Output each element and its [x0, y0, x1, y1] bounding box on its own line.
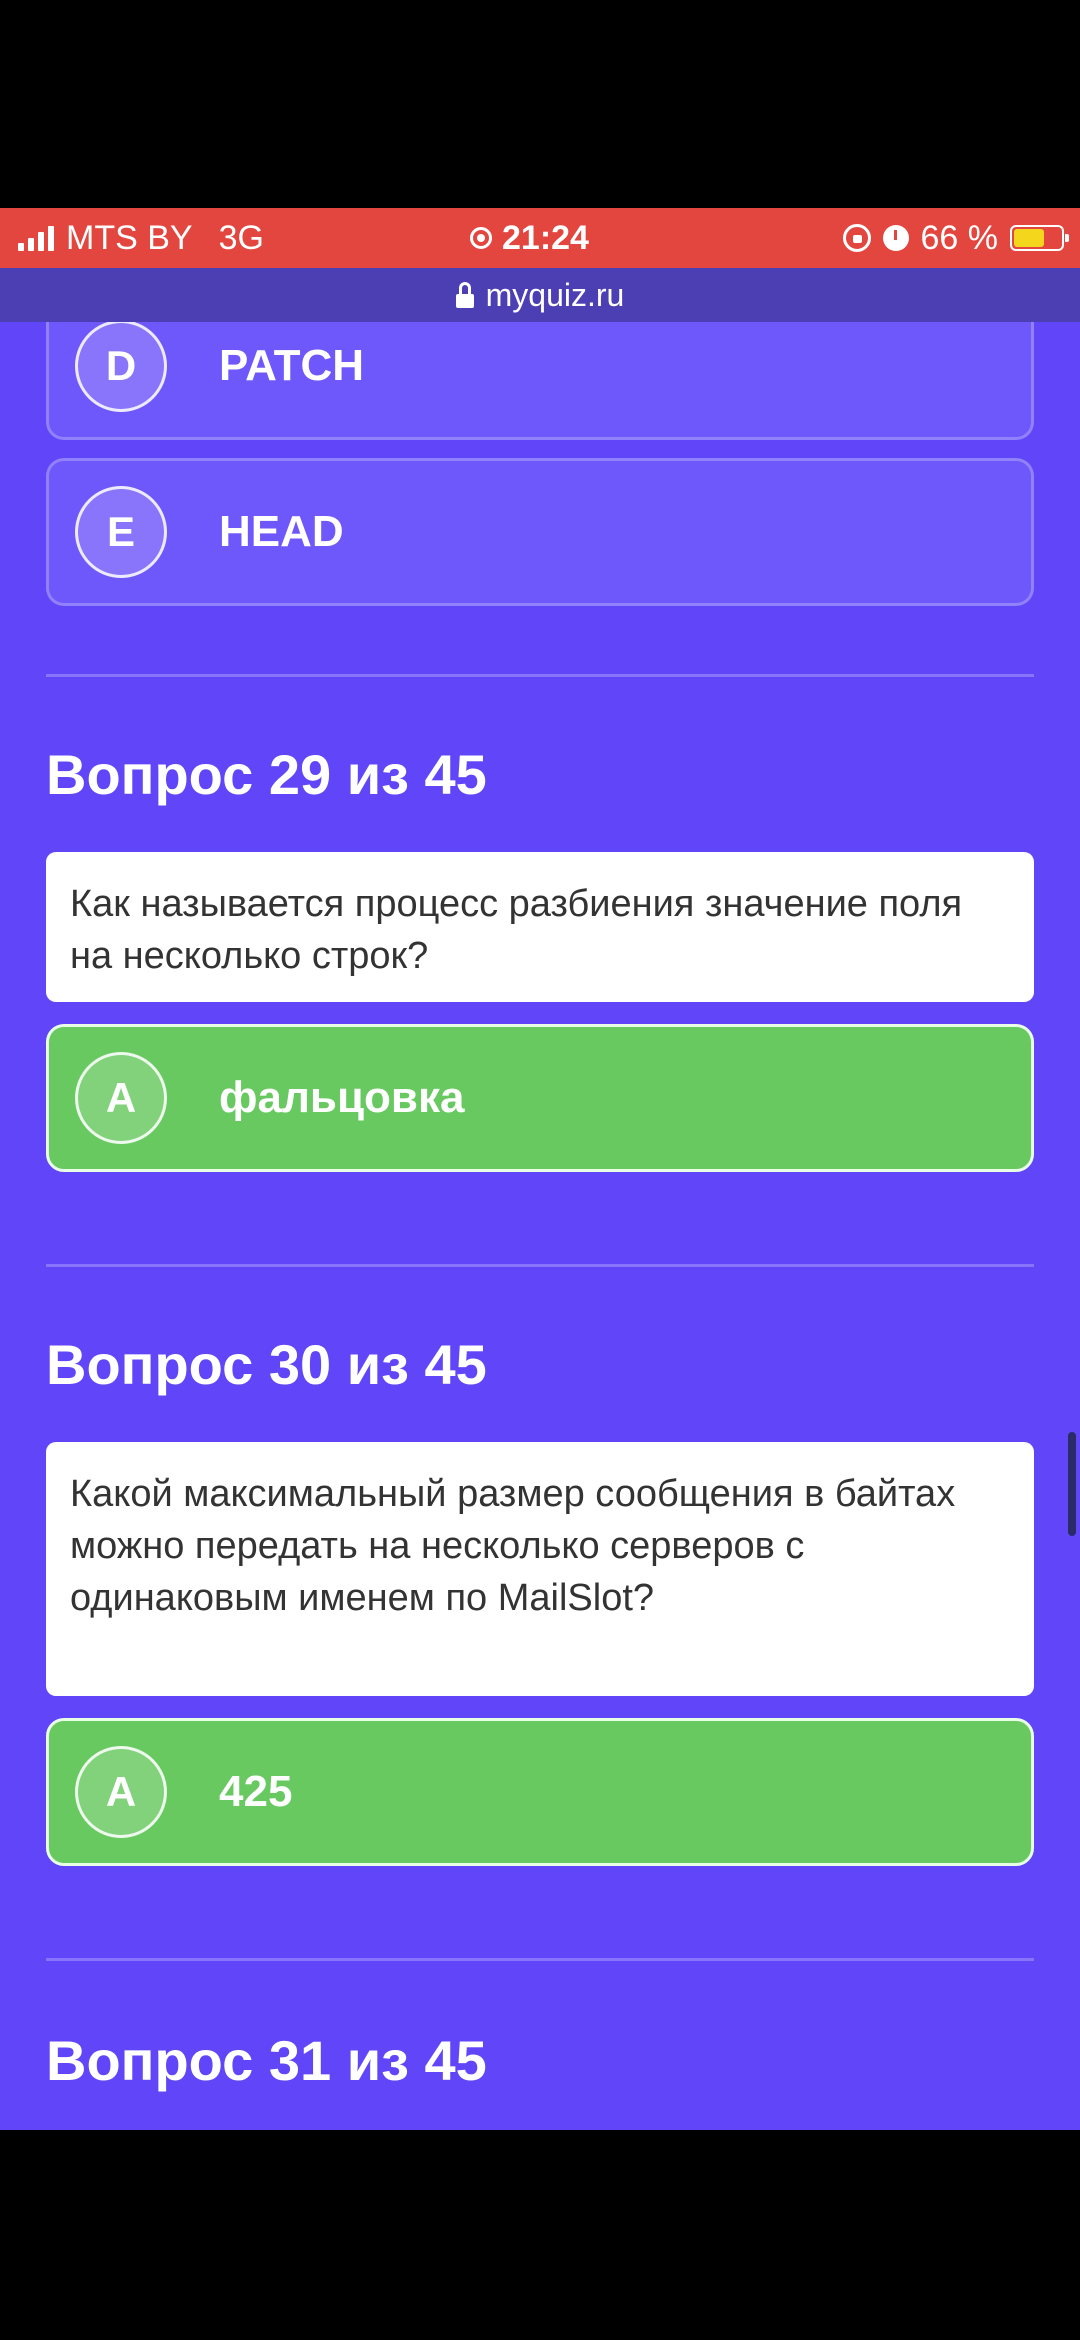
battery-percent: 66 % — [920, 218, 999, 257]
rotation-lock-icon — [842, 224, 871, 252]
question-title: Вопрос 29 из 45 — [46, 743, 487, 806]
signal-icon — [18, 225, 54, 251]
screen-record-icon — [470, 227, 492, 249]
quiz-content[interactable]: D PATCH E HEAD Вопрос 29 из 45 Как назыв… — [0, 322, 1080, 2130]
section-divider — [46, 1958, 1034, 1961]
question-title: Вопрос 30 из 45 — [46, 1333, 487, 1396]
alarm-icon — [882, 225, 909, 251]
correct-answer-option[interactable]: A 425 — [46, 1718, 1034, 1866]
option-text: PATCH — [219, 341, 365, 390]
carrier-label: MTS BY — [66, 218, 193, 257]
question-text: Какой максимальный размер сообщения в ба… — [70, 1473, 956, 1619]
phone-screen: MTS BY 3G 21:24 66 % myquiz.ru D PATCH E… — [0, 0, 1080, 2340]
correct-answer-option[interactable]: A фальцовка — [46, 1024, 1034, 1172]
status-center: 21:24 — [470, 219, 589, 258]
section-divider — [46, 1264, 1034, 1267]
section-divider — [46, 674, 1034, 677]
question-title: Вопрос 31 из 45 — [46, 2029, 487, 2092]
option-text: HEAD — [219, 507, 344, 556]
padlock-icon — [455, 282, 474, 308]
battery-icon — [1010, 225, 1069, 251]
option-letter-badge: A — [75, 1746, 167, 1838]
status-right: 66 % — [842, 218, 1069, 258]
question-text-card: Как называется процесс разбиения значени… — [46, 852, 1034, 1002]
scrollbar-thumb[interactable] — [1068, 1432, 1076, 1536]
clock: 21:24 — [502, 218, 589, 257]
question-text-card: Какой максимальный размер сообщения в ба… — [46, 1442, 1034, 1696]
url-bar[interactable]: myquiz.ru — [0, 268, 1080, 322]
option-letter-badge: A — [75, 1052, 167, 1144]
battery-fill — [1014, 229, 1045, 247]
answer-option-e[interactable]: E HEAD — [46, 458, 1034, 606]
option-letter-badge: D — [75, 322, 167, 412]
question-text: Как называется процесс разбиения значени… — [70, 883, 963, 977]
answer-option-d[interactable]: D PATCH — [46, 322, 1034, 440]
option-letter-badge: E — [75, 486, 167, 578]
status-bar: MTS BY 3G 21:24 66 % — [0, 208, 1080, 268]
option-text: фальцовка — [219, 1073, 465, 1122]
url-text: myquiz.ru — [485, 276, 625, 313]
status-left: MTS BY 3G — [18, 219, 264, 258]
network-label: 3G — [218, 218, 264, 257]
option-text: 425 — [219, 1767, 293, 1816]
